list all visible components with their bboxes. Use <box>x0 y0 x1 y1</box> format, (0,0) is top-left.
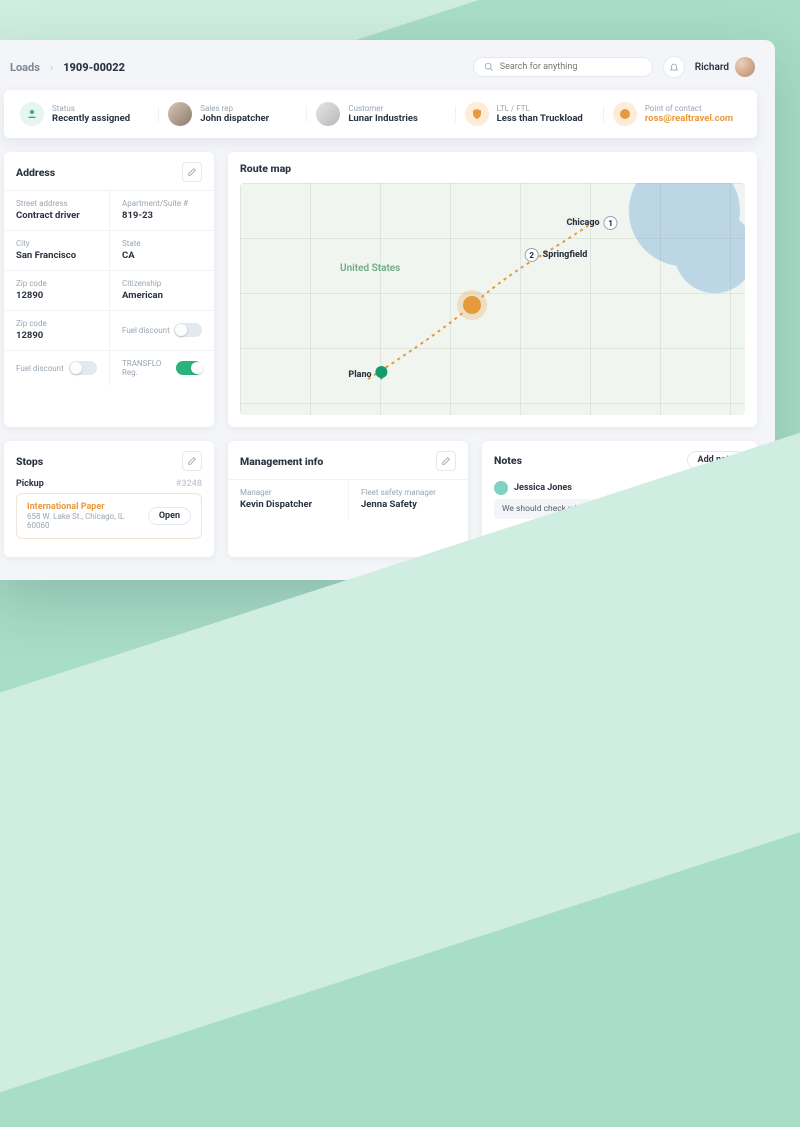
stops-section-label: Pickup <box>16 479 44 489</box>
summary-status: StatusRecently assigned <box>10 102 158 126</box>
route-line <box>240 183 745 415</box>
edit-address-button[interactable] <box>182 162 202 182</box>
add-note-button[interactable]: Add note <box>687 451 745 469</box>
summary-sales-rep: Sales repJohn dispatcher <box>158 102 306 126</box>
map-stop-1[interactable]: Chicago1 <box>566 216 617 230</box>
management-title: Management info <box>240 455 323 468</box>
contact-email[interactable]: ross@realtravel.com <box>645 113 733 124</box>
stop-name: International Paper <box>27 502 148 512</box>
chevron-right-icon: › <box>50 61 53 74</box>
fuel-discount-toggle-1[interactable] <box>174 323 202 337</box>
user-avatar <box>735 57 755 77</box>
note-date: Mar 15, 2018 <box>698 534 745 543</box>
summary-bar: StatusRecently assigned Sales repJohn di… <box>4 90 757 138</box>
shield-icon <box>465 102 489 126</box>
route-map[interactable]: United States Chicago1 2Springfield Plan… <box>240 183 745 415</box>
route-title: Route map <box>240 162 291 175</box>
transflo-toggle[interactable] <box>176 361 202 375</box>
search-icon <box>484 62 494 72</box>
rep-avatar <box>168 102 192 126</box>
note-author: Jessica Jones <box>514 483 572 493</box>
truck-icon <box>463 296 481 314</box>
notifications-button[interactable] <box>663 56 685 78</box>
note-avatar <box>494 481 508 495</box>
info-icon <box>613 102 637 126</box>
management-card: Management info ManagerKevin Dispatcher … <box>228 441 468 557</box>
stops-title: Stops <box>16 455 43 468</box>
edit-icon <box>187 167 197 177</box>
user-menu[interactable]: Richard <box>695 57 755 77</box>
search-field[interactable] <box>473 57 653 77</box>
edit-management-button[interactable] <box>436 451 456 471</box>
pin-icon <box>376 366 388 384</box>
notes-card: Notes Add note Jessica Jones Mar 17, 201… <box>482 441 757 557</box>
status-icon <box>20 102 44 126</box>
summary-customer: CustomerLunar Industries <box>306 102 454 126</box>
note-body: We should check with him about the situa… <box>494 499 681 519</box>
map-stop-2[interactable]: 2Springfield <box>525 248 588 262</box>
customer-avatar <box>316 102 340 126</box>
user-name: Richard <box>695 62 729 73</box>
search-input[interactable] <box>500 62 642 72</box>
note-item: Jessica Jones Mar 17, 2018 We should che… <box>482 477 757 527</box>
edit-stops-button[interactable] <box>182 451 202 471</box>
note-date: Mar 17, 2018 <box>698 484 745 493</box>
note-author: Michelle Andrews <box>514 533 586 543</box>
open-stop-button[interactable]: Open <box>148 507 191 525</box>
breadcrumb-root[interactable]: Loads <box>10 61 40 74</box>
summary-load-type: LTL / FTLLess than Truckload <box>455 102 603 126</box>
edit-icon <box>187 456 197 466</box>
note-avatar <box>494 531 508 545</box>
address-title: Address <box>16 166 55 179</box>
stops-section-id: #3248 <box>176 479 202 489</box>
stops-card: Stops Pickup #3248 International Paper 6… <box>4 441 214 557</box>
summary-contact: Point of contactross@realtravel.com <box>603 102 751 126</box>
edit-icon <box>441 456 451 466</box>
map-destination[interactable]: Plano <box>348 366 387 384</box>
stop-address: 658 W. Lake St., Chicago, IL 60060 <box>27 512 148 530</box>
map-vehicle[interactable] <box>463 296 481 314</box>
fuel-discount-toggle-2[interactable] <box>69 361 97 375</box>
stop-item: International Paper 658 W. Lake St., Chi… <box>16 493 202 539</box>
breadcrumb-current: 1909-00022 <box>63 61 125 74</box>
bell-icon <box>669 62 679 72</box>
app-surface: Loads › 1909-00022 Richard StatusRecentl… <box>0 40 775 580</box>
top-bar: Loads › 1909-00022 Richard <box>10 56 755 78</box>
route-map-card: Route map United States Chicago1 2Spring… <box>228 152 757 427</box>
notes-title: Notes <box>494 454 522 467</box>
address-card: Address Street addressContract driver Ap… <box>4 152 214 427</box>
note-item: Michelle Andrews Mar 15, 2018 <box>482 527 757 557</box>
